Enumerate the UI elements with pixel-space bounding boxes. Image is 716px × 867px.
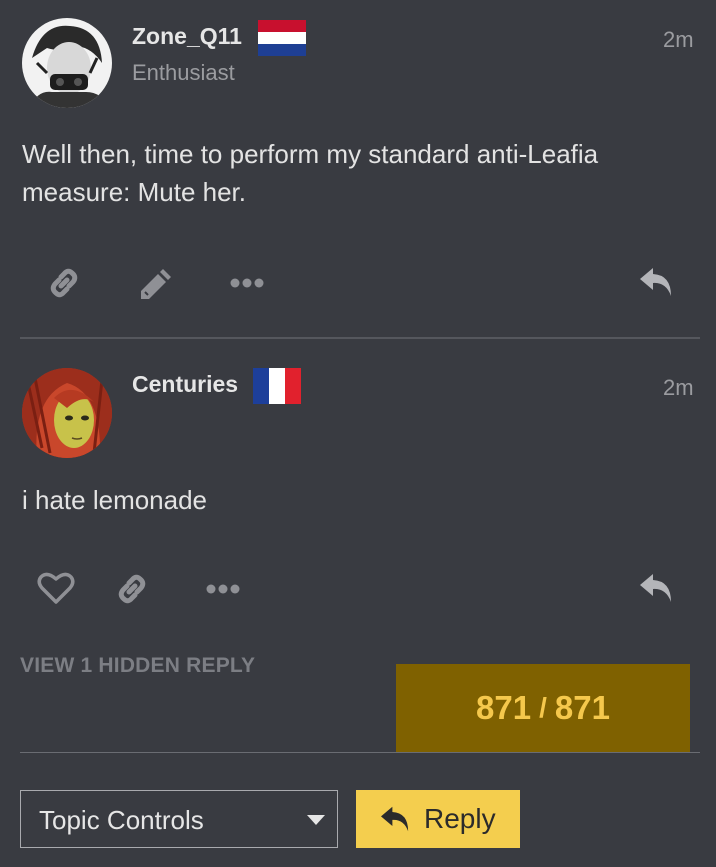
link-icon[interactable] — [114, 571, 150, 607]
more-dots-icon[interactable] — [205, 582, 241, 596]
reply-arrow-icon[interactable] — [638, 266, 674, 298]
avatar-zone-q11[interactable] — [22, 18, 112, 108]
post-body: Well then, time to perform my standard a… — [22, 139, 599, 207]
topic-controls-dropdown[interactable]: Topic Controls — [20, 790, 338, 848]
reply-arrow-icon[interactable] — [638, 572, 674, 604]
username[interactable]: Centuries — [132, 371, 238, 398]
netherlands-flag-icon — [258, 20, 306, 56]
post-time[interactable]: 2m — [663, 375, 694, 401]
topic-controls-label: Topic Controls — [39, 805, 204, 835]
post-time[interactable]: 2m — [663, 27, 694, 53]
avatar-centuries[interactable] — [22, 368, 112, 458]
progress-total: 871 — [554, 689, 610, 726]
post-body: i hate lemonade — [22, 485, 208, 515]
reply-arrow-icon — [381, 806, 409, 832]
progress-separator: / — [539, 692, 547, 723]
reply-button[interactable]: Reply — [356, 790, 520, 848]
link-icon[interactable] — [46, 265, 82, 301]
heart-icon[interactable] — [37, 571, 75, 605]
france-flag-icon — [253, 368, 301, 404]
user-title: Enthusiast — [132, 60, 235, 85]
more-dots-icon[interactable] — [229, 276, 265, 290]
topic-progress-indicator[interactable]: 871 / 871 — [396, 664, 690, 752]
edit-pencil-icon[interactable] — [137, 265, 175, 303]
view-hidden-reply-link[interactable]: VIEW 1 HIDDEN REPLY — [20, 654, 255, 678]
reply-button-label: Reply — [424, 803, 496, 834]
post-divider — [20, 337, 700, 339]
caret-down-icon — [307, 815, 325, 825]
progress-current: 871 — [476, 689, 532, 726]
username[interactable]: Zone_Q11 — [132, 23, 242, 50]
footer-divider — [20, 752, 700, 753]
